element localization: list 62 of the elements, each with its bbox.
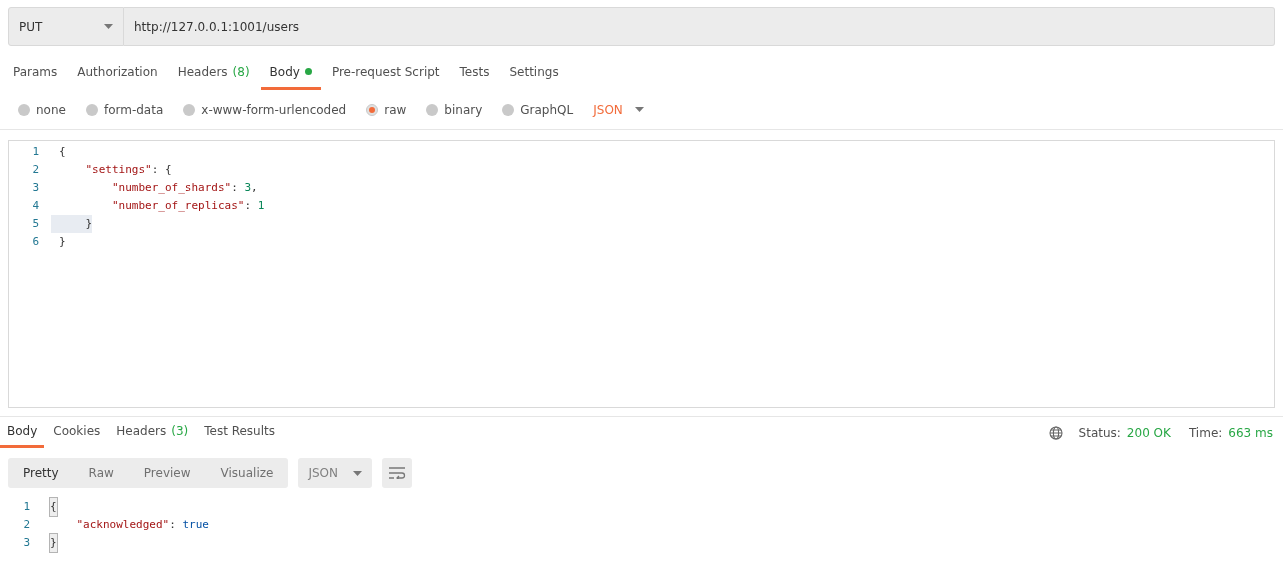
code-token: , [251, 180, 258, 196]
line-number: 3 [31, 180, 40, 196]
line-number: 1 [31, 144, 40, 160]
status-value: 200 OK [1126, 424, 1171, 442]
caret-icon [104, 24, 113, 29]
header-count: (3) [171, 423, 189, 440]
body-type-radio[interactable]: raw [366, 100, 407, 119]
status-label: Status: [1078, 424, 1121, 442]
code-token: : [244, 198, 253, 214]
body-type-radio[interactable]: GraphQL [502, 100, 574, 119]
code-token: } [59, 234, 66, 250]
body-type-radio[interactable]: none [18, 100, 66, 119]
code-token: : [169, 517, 177, 533]
code-token: : { [151, 162, 172, 178]
response-tab[interactable]: Test Results [197, 417, 282, 448]
code-token: : [231, 180, 239, 196]
request-tab[interactable]: Settings [500, 56, 568, 90]
view-mode-tab[interactable]: Raw [73, 458, 129, 488]
body-type-radio[interactable]: x-www-form-urlencoded [183, 100, 347, 119]
caret-icon [353, 470, 363, 476]
line-number: 2 [22, 517, 31, 533]
request-tab[interactable]: Tests [450, 56, 499, 90]
request-tab[interactable]: Pre-request Script [322, 56, 449, 90]
wrap-icon [388, 467, 407, 479]
globe-icon[interactable] [1048, 425, 1063, 440]
time-value: 663 ms [1228, 424, 1273, 442]
method-dropdown[interactable]: PUT [8, 7, 124, 46]
url-field[interactable]: http://127.0.0.1:1001/users [124, 7, 1275, 46]
response-tab[interactable]: Cookies [46, 417, 108, 448]
request-tab[interactable]: Headers (8) [168, 56, 259, 90]
request-tab[interactable]: Authorization [68, 56, 167, 90]
code-token: { [50, 498, 57, 516]
response-tab[interactable]: Headers (3) [109, 417, 196, 448]
line-number: 2 [31, 162, 40, 178]
view-mode-tab[interactable]: Preview [128, 458, 206, 488]
request-tab[interactable]: Params [4, 56, 67, 90]
body-type-radio[interactable]: binary [426, 100, 483, 119]
wrap-lines-button[interactable] [382, 458, 413, 488]
code-token: } [50, 534, 57, 552]
code-token: 3 [244, 180, 252, 196]
code-token: "number_of_replicas" [110, 198, 245, 214]
response-format-dropdown[interactable]: JSON [298, 458, 373, 488]
code-token: 1 [257, 198, 265, 214]
time-label: Time: [1188, 424, 1223, 442]
body-type-radio[interactable]: form-data [85, 100, 164, 119]
header-count: (8) [232, 63, 250, 81]
code-token: } [84, 216, 93, 232]
view-mode-tab[interactable]: Visualize [205, 458, 289, 488]
view-mode-tab[interactable]: Pretty [8, 458, 74, 488]
request-tab[interactable]: Body [260, 56, 321, 90]
code-token: { [59, 144, 66, 160]
line-number: 6 [31, 234, 40, 250]
caret-icon [634, 107, 644, 112]
line-number: 1 [22, 499, 31, 515]
code-token: "settings" [84, 162, 152, 178]
code-token: "acknowledged" [75, 517, 170, 533]
line-number: 5 [31, 216, 40, 232]
line-number: 4 [31, 198, 40, 214]
code-token: true [182, 517, 209, 533]
response-tab[interactable]: Body [0, 417, 45, 448]
code-token: "number_of_shards" [110, 180, 232, 196]
line-number: 3 [22, 535, 31, 551]
